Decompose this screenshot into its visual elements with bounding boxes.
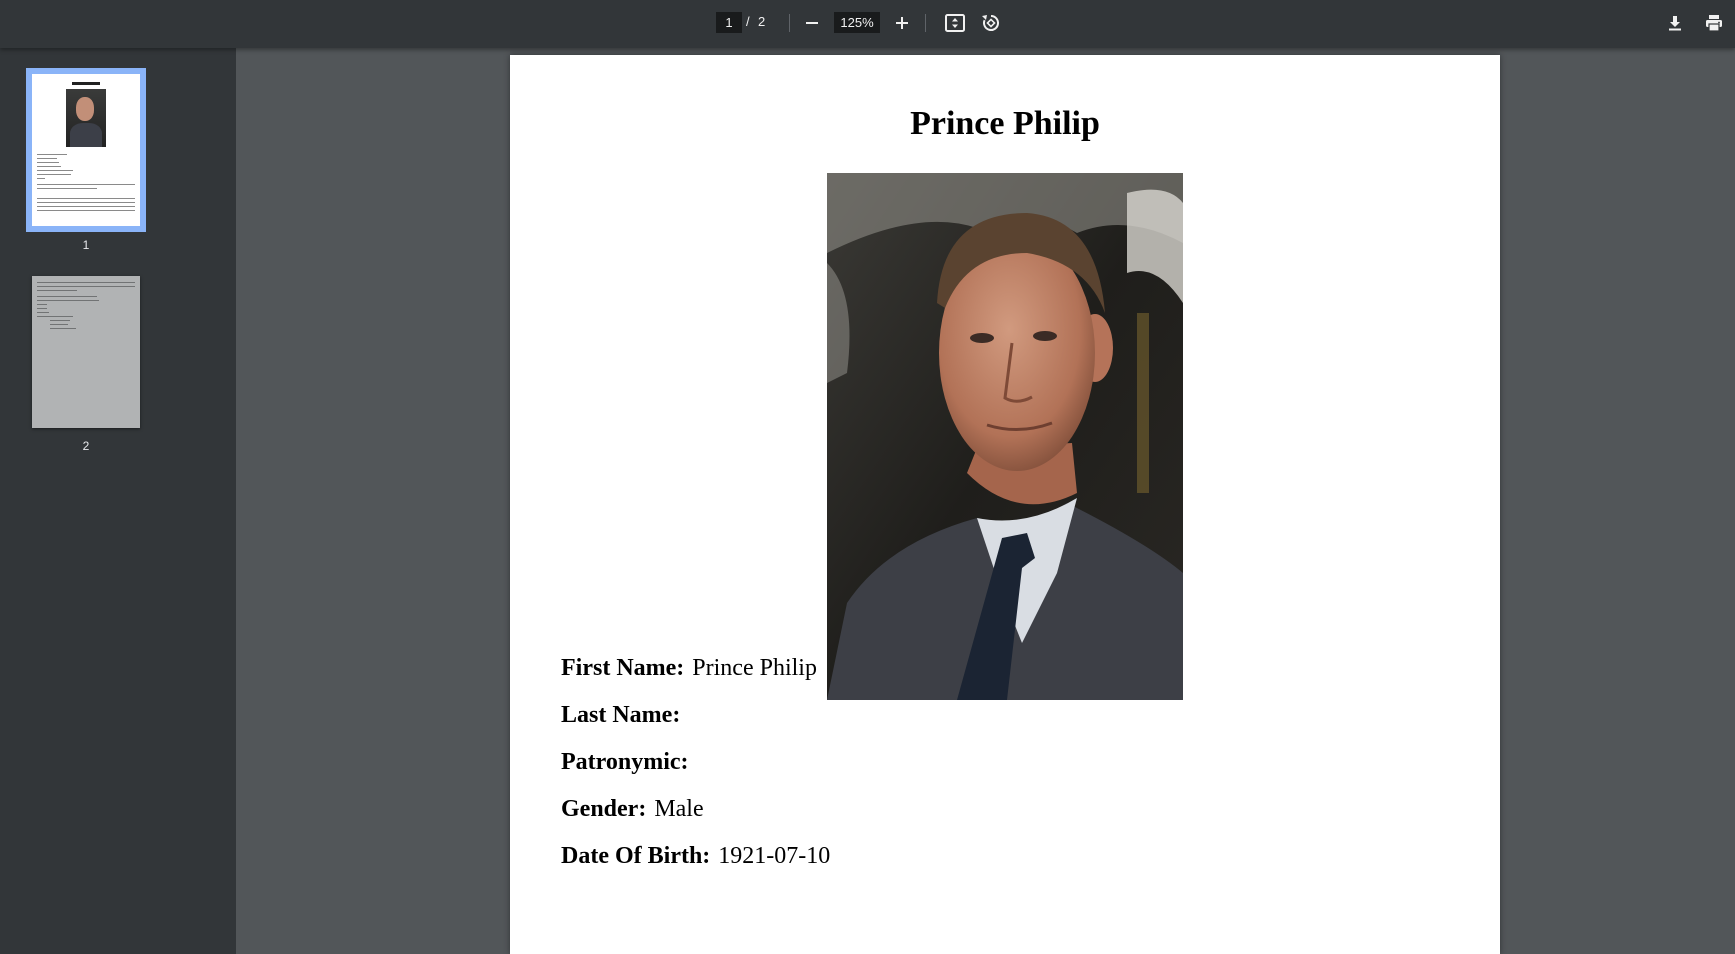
- field-first-name: First Name: Prince Philip: [561, 655, 817, 682]
- field-label: Gender:: [561, 796, 647, 822]
- field-value: Male: [654, 796, 704, 822]
- zoom-out-button[interactable]: [797, 8, 827, 38]
- toolbar-divider: [925, 14, 926, 32]
- thumbnail-label: 2: [82, 439, 90, 453]
- pdf-toolbar: / 2: [0, 0, 1735, 48]
- download-button[interactable]: [1660, 8, 1690, 38]
- toolbar-divider: [789, 14, 790, 32]
- print-button[interactable]: [1699, 8, 1729, 38]
- fit-page-icon: [945, 14, 965, 32]
- field-label: Patronymic:: [561, 749, 689, 775]
- thumbnail-photo: [66, 89, 106, 147]
- field-patronymic: Patronymic:: [561, 749, 697, 776]
- field-label: First Name:: [561, 655, 685, 681]
- total-pages: 2: [758, 14, 766, 29]
- plus-icon: [896, 17, 908, 29]
- minus-icon: [806, 22, 818, 24]
- portrait-photo: [827, 173, 1183, 700]
- page-thumbnail-2[interactable]: [32, 276, 140, 428]
- page-thumbnail-1[interactable]: [26, 68, 146, 232]
- document-page: Prince Philip First Name: Prince Philip …: [510, 55, 1500, 954]
- download-icon: [1669, 16, 1681, 31]
- page-number-input[interactable]: [716, 12, 742, 33]
- print-icon: [1706, 15, 1722, 32]
- page-separator: /: [746, 14, 750, 29]
- field-date-of-birth: Date Of Birth: 1921-07-10: [561, 843, 830, 870]
- zoom-input[interactable]: [834, 12, 880, 33]
- field-last-name: Last Name:: [561, 702, 688, 729]
- thumbnail-sidebar: 1 2: [0, 48, 236, 954]
- fit-to-page-button[interactable]: [940, 8, 970, 38]
- thumbnail-label: 1: [82, 238, 90, 252]
- document-title: Prince Philip: [910, 105, 1100, 142]
- field-value: 1921-07-10: [718, 843, 831, 869]
- rotate-icon: [982, 15, 999, 31]
- field-gender: Gender: Male: [561, 796, 704, 823]
- field-label: Last Name:: [561, 702, 681, 728]
- zoom-in-button[interactable]: [887, 8, 917, 38]
- field-value: Prince Philip: [692, 655, 817, 681]
- thumbnail-inactive-overlay: [32, 276, 140, 428]
- field-label: Date Of Birth:: [561, 843, 711, 869]
- thumbnail-title: [72, 82, 100, 85]
- rotate-button[interactable]: [976, 8, 1006, 38]
